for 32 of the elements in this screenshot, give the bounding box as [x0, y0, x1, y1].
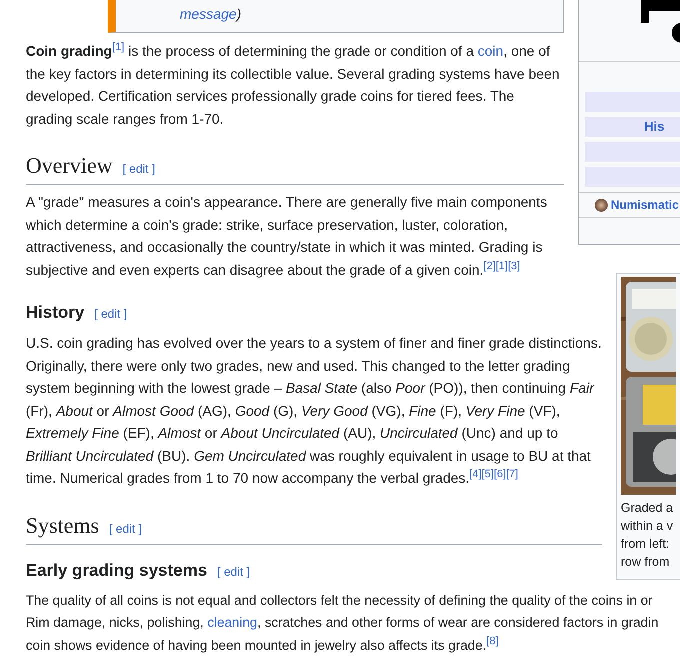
reference-link[interactable]: [8]: [486, 635, 499, 648]
section-heading: Early grading systems: [26, 560, 208, 582]
text-line: Rim damage, nicks, polishing, cleaning, scratches and other forms of wear are considered factors in gradin: [26, 614, 660, 632]
notice-text: message): [179, 5, 242, 24]
reference-link[interactable]: [5]: [482, 468, 494, 480]
reference-link[interactable]: [2]: [484, 260, 496, 272]
portal-link[interactable]: Numismatic: [611, 198, 680, 212]
section-heading: Systems: [26, 512, 100, 540]
caption-text: row from: [621, 554, 671, 571]
section-heading: Overview: [26, 152, 113, 180]
reference-link[interactable]: [4]: [470, 468, 482, 480]
section-heading: History: [26, 302, 85, 324]
caption-text: Graded a: [621, 500, 674, 517]
paragraph: Coin grading$^{[1]}$ is the process of determining the grade or condition of a coin, one of the key factors in determining its collectible value. Several grading systems have been developed. Certification services professionally grade coins for tiered fees. The grading scale ranges from 1-70.: [26, 40, 561, 129]
link[interactable]: coin: [478, 43, 504, 59]
emblem-drawing: [641, 0, 680, 43]
coin-icon: [595, 198, 608, 212]
reference-link[interactable]: [1]: [112, 41, 125, 54]
link[interactable]: message: [180, 6, 237, 22]
reference-link[interactable]: [7]: [506, 468, 518, 480]
link[interactable]: cleaning: [208, 615, 258, 630]
edit-link[interactable]: [ edit ]: [94, 307, 128, 321]
reference-link[interactable]: [1]: [496, 260, 508, 272]
reference-link[interactable]: [6]: [494, 468, 506, 480]
edit-link[interactable]: [ edit ]: [122, 162, 156, 176]
reference-link[interactable]: [3]: [508, 260, 520, 272]
caption-text: from left:: [621, 536, 671, 553]
text-line: coin shows evidence of having been mounted in jewelry also affects its grade.$^{[8]}$: [26, 634, 500, 655]
text-line: The quality of all coins is not equal and collectors felt the necessity of defining the quality of the coins in or: [26, 592, 654, 610]
caption-text: within a v: [621, 518, 674, 535]
edit-link[interactable]: [ edit ]: [217, 564, 250, 578]
edit-link[interactable]: [ edit ]: [109, 522, 142, 536]
